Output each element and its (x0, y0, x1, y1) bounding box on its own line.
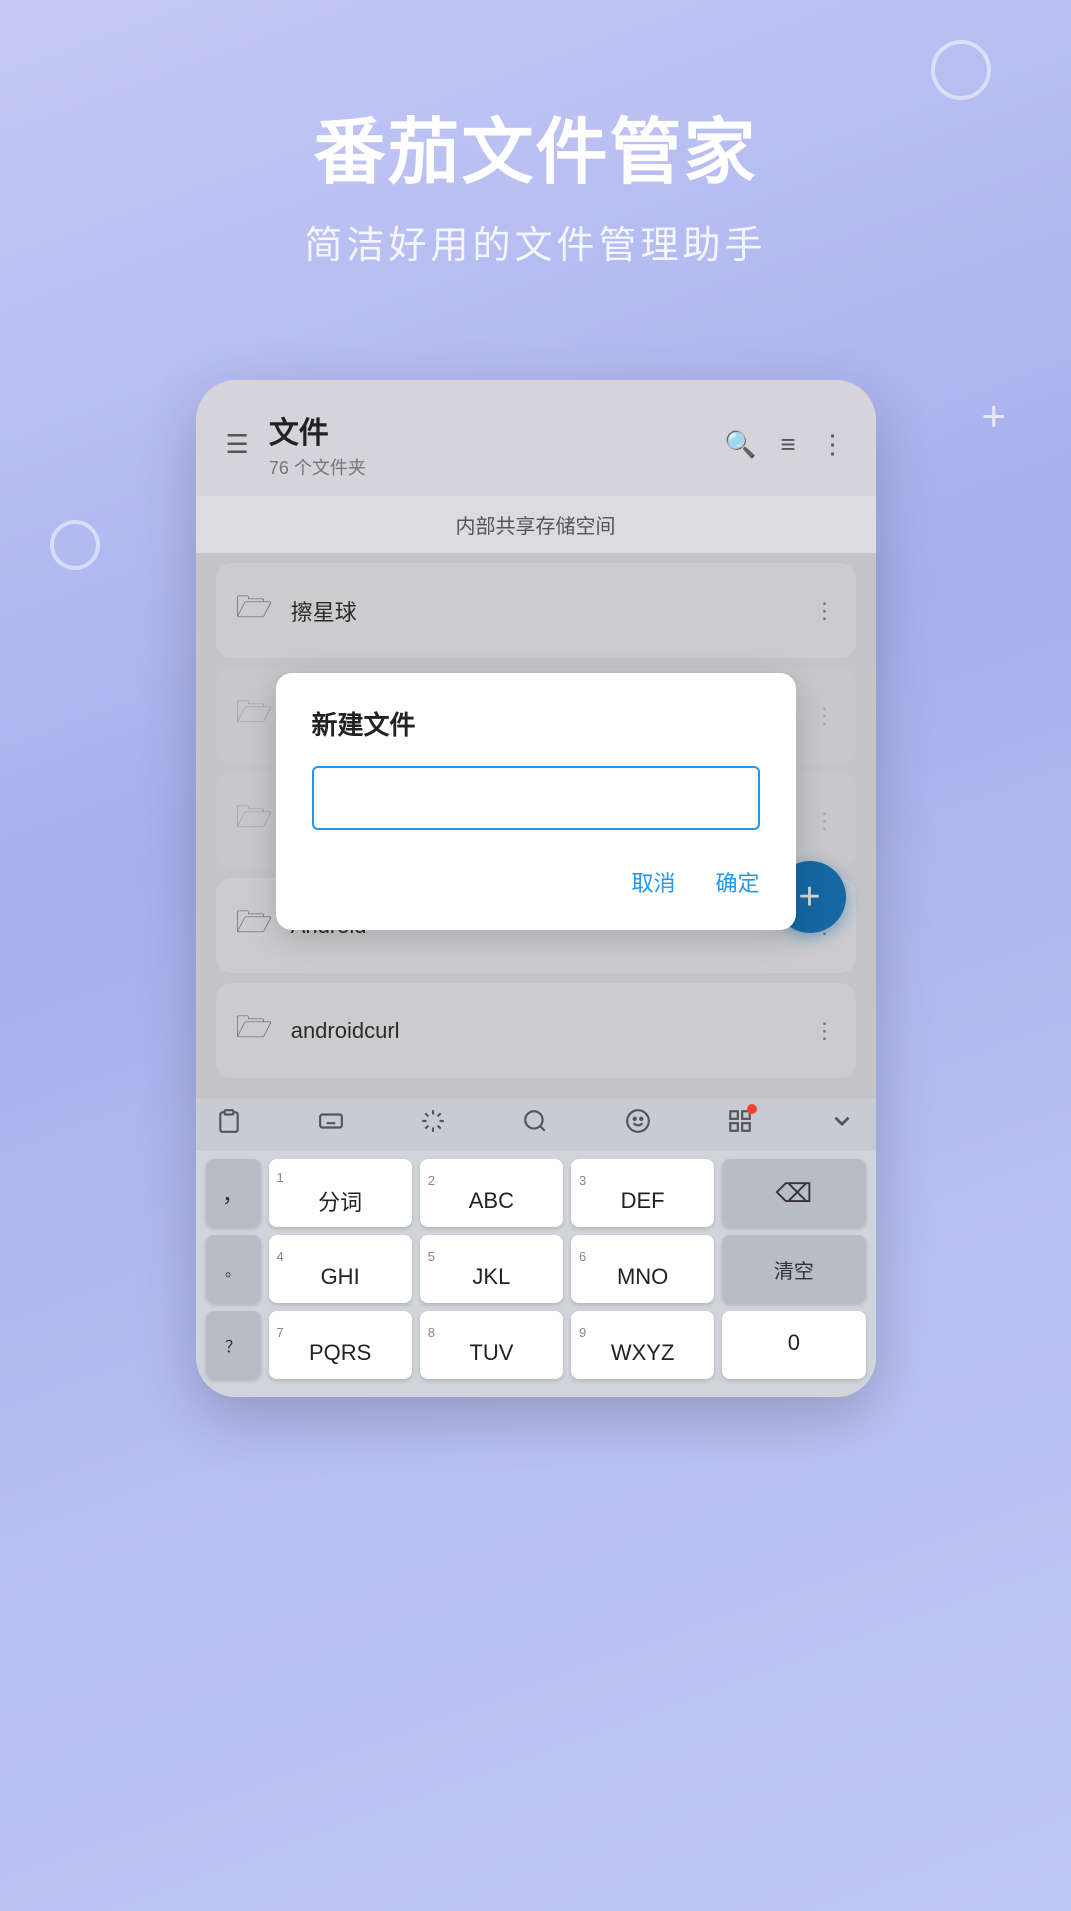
cursor-icon[interactable] (420, 1108, 446, 1141)
dialog-title: 新建文件 (312, 705, 760, 742)
key-mno[interactable]: 6 MNO (571, 1235, 714, 1303)
key-ghi[interactable]: 4 GHI (269, 1235, 412, 1303)
file-list: 🗁 擦星球 ⋮ 新建文件 取消 确定 🗁 ⋮ 🗁 ⋮ (196, 553, 876, 1098)
key-question[interactable]: ？ (206, 1311, 261, 1379)
more-icon[interactable]: ⋮ (820, 429, 846, 460)
new-file-input[interactable] (312, 766, 760, 830)
key-def[interactable]: 3 DEF (571, 1159, 714, 1227)
hero-title: 番茄文件管家 (0, 110, 1071, 196)
deco-plus-icon: + (981, 395, 1006, 437)
cancel-button[interactable]: 取消 (631, 858, 675, 906)
keyboard-row-2: 。 4 GHI 5 JKL 6 MNO 清空 (206, 1235, 866, 1303)
key-backspace[interactable]: ⌫ (722, 1159, 865, 1227)
keyboard-row-1: ， 1 分词 2 ABC 3 DEF ⌫ (206, 1159, 866, 1227)
storage-path: 内部共享存储空间 (196, 496, 876, 553)
hero-section: 番茄文件管家 简洁好用的文件管理助手 (0, 0, 1071, 269)
app-header: ☰ 文件 76 个文件夹 🔍 ≡ ⋮ (196, 380, 876, 496)
deco-circle-left (50, 520, 100, 570)
keyboard-keys: ， 1 分词 2 ABC 3 DEF ⌫ 。 4 GHI 5 (196, 1151, 876, 1397)
key-pqrs[interactable]: 7 PQRS (269, 1311, 412, 1379)
search-toolbar-icon[interactable] (522, 1108, 548, 1141)
keyboard-icon[interactable] (318, 1108, 344, 1141)
app-header-title-group: 文件 76 个文件夹 (269, 408, 724, 480)
key-clear[interactable]: 清空 (722, 1235, 865, 1303)
app-header-icons: 🔍 ≡ ⋮ (724, 429, 846, 460)
app-subtitle: 76 个文件夹 (269, 454, 724, 480)
keyboard-row-3: ？ 7 PQRS 8 TUV 9 WXYZ 0 (206, 1311, 866, 1379)
phone-mockup: ☰ 文件 76 个文件夹 🔍 ≡ ⋮ 内部共享存储空间 🗁 擦星球 ⋮ 新建文件… (196, 380, 876, 1397)
keyboard-toolbar (196, 1098, 876, 1151)
key-jkl[interactable]: 5 JKL (420, 1235, 563, 1303)
confirm-button[interactable]: 确定 (715, 858, 759, 906)
grid-badge (747, 1104, 757, 1114)
key-period[interactable]: 。 (206, 1235, 261, 1303)
menu-icon[interactable]: ☰ (226, 429, 249, 460)
new-file-dialog: 新建文件 取消 确定 (276, 673, 796, 930)
chevron-down-icon[interactable] (829, 1108, 855, 1141)
search-icon[interactable]: 🔍 (724, 429, 756, 460)
key-abc[interactable]: 2 ABC (420, 1159, 563, 1227)
key-tuv[interactable]: 8 TUV (420, 1311, 563, 1379)
clipboard-icon[interactable] (216, 1108, 242, 1141)
dialog-overlay: 新建文件 取消 确定 (196, 553, 876, 1098)
dialog-actions: 取消 确定 (312, 858, 760, 906)
key-comma[interactable]: ， (206, 1159, 261, 1227)
deco-circle-top-right (931, 40, 991, 100)
key-zero[interactable]: 0 (722, 1311, 865, 1379)
key-fenchi[interactable]: 1 分词 (269, 1159, 412, 1227)
sort-icon[interactable]: ≡ (780, 429, 795, 460)
app-title: 文件 (269, 408, 724, 452)
grid-icon[interactable] (727, 1108, 753, 1141)
emoji-icon[interactable] (625, 1108, 651, 1141)
hero-subtitle: 简洁好用的文件管理助手 (0, 214, 1071, 269)
key-wxyz[interactable]: 9 WXYZ (571, 1311, 714, 1379)
